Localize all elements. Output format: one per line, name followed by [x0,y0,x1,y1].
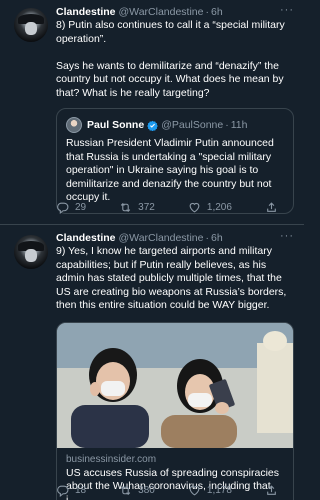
share-icon [267,485,276,495]
like-icon [189,485,200,496]
timestamp[interactable]: 6h [211,6,223,18]
clandestine-avatar[interactable] [14,235,48,269]
tweet-content: Clandestine @WarClandestine · 6h ··· 9) … [56,230,294,500]
quoted-author-avatar [66,117,82,133]
share-icon [267,202,276,212]
quoted-tweet-header: Paul Sonne @PaulSonne · 11h [66,117,284,133]
tweet-text: 8) Putin also continues to call it a “sp… [56,19,285,99]
like-icon [189,202,200,213]
retweet-icon [120,202,131,213]
like-count: 1,178 [206,485,232,496]
tweet-header: Clandestine @WarClandestine · 6h [56,6,294,18]
quoted-timestamp: 11h [230,119,248,131]
retweet-count: 380 [138,485,155,496]
reply-count: 18 [75,485,87,496]
link-domain: businessinsider.com [66,453,157,465]
masked-people-photo [57,322,293,448]
quoted-author-handle: @PaulSonne [161,119,224,131]
timestamp[interactable]: 6h [211,232,223,244]
quoted-tweet-text: Russian President Vladimir Putin announc… [66,137,274,203]
link-card[interactable]: businessinsider.com US accuses Russia of… [56,321,294,500]
retweet-count: 372 [138,202,155,213]
tweet[interactable]: Clandestine @WarClandestine · 6h ··· 8) … [0,0,304,225]
reply-icon [57,485,69,497]
retweet-button[interactable]: 372 [119,201,155,214]
retweet-icon [120,485,131,496]
more-options-icon[interactable]: ··· [280,4,294,16]
tweet-header: Clandestine @WarClandestine · 6h [56,232,294,244]
clandestine-avatar[interactable] [14,8,48,42]
reply-count: 29 [75,202,87,213]
quoted-author-name: Paul Sonne [87,119,145,131]
separator: · [225,119,229,131]
author-name[interactable]: Clandestine [56,6,116,18]
author-name[interactable]: Clandestine [56,232,116,244]
reply-icon [57,202,69,214]
reply-button[interactable]: 18 [56,484,86,497]
retweet-button[interactable]: 380 [119,484,155,497]
like-count: 1,206 [206,202,232,213]
author-handle[interactable]: @WarClandestine [119,6,204,18]
more-options-icon[interactable]: ··· [280,230,294,242]
tweet-actions: 18 380 1,178 [56,484,284,497]
tweet-actions: 29 372 1,206 [56,201,284,214]
share-button[interactable] [265,201,284,214]
verified-badge-icon [147,120,159,131]
like-button[interactable]: 1,178 [188,484,232,497]
quoted-tweet[interactable]: Paul Sonne @PaulSonne · 11h Russian Pres… [56,108,294,214]
like-button[interactable]: 1,206 [188,201,232,214]
timeline: Clandestine @WarClandestine · 6h ··· 8) … [0,0,304,500]
separator: · [205,6,210,18]
tweet[interactable]: Clandestine @WarClandestine · 6h ··· 9) … [0,225,304,500]
link-card-image [57,322,293,448]
separator: · [205,232,210,244]
share-button[interactable] [265,484,284,497]
author-handle[interactable]: @WarClandestine [119,232,204,244]
tweet-content: Clandestine @WarClandestine · 6h ··· 8) … [56,4,294,214]
tweet-text: 9) Yes, I know he targeted airports and … [56,245,287,311]
reply-button[interactable]: 29 [56,201,86,214]
